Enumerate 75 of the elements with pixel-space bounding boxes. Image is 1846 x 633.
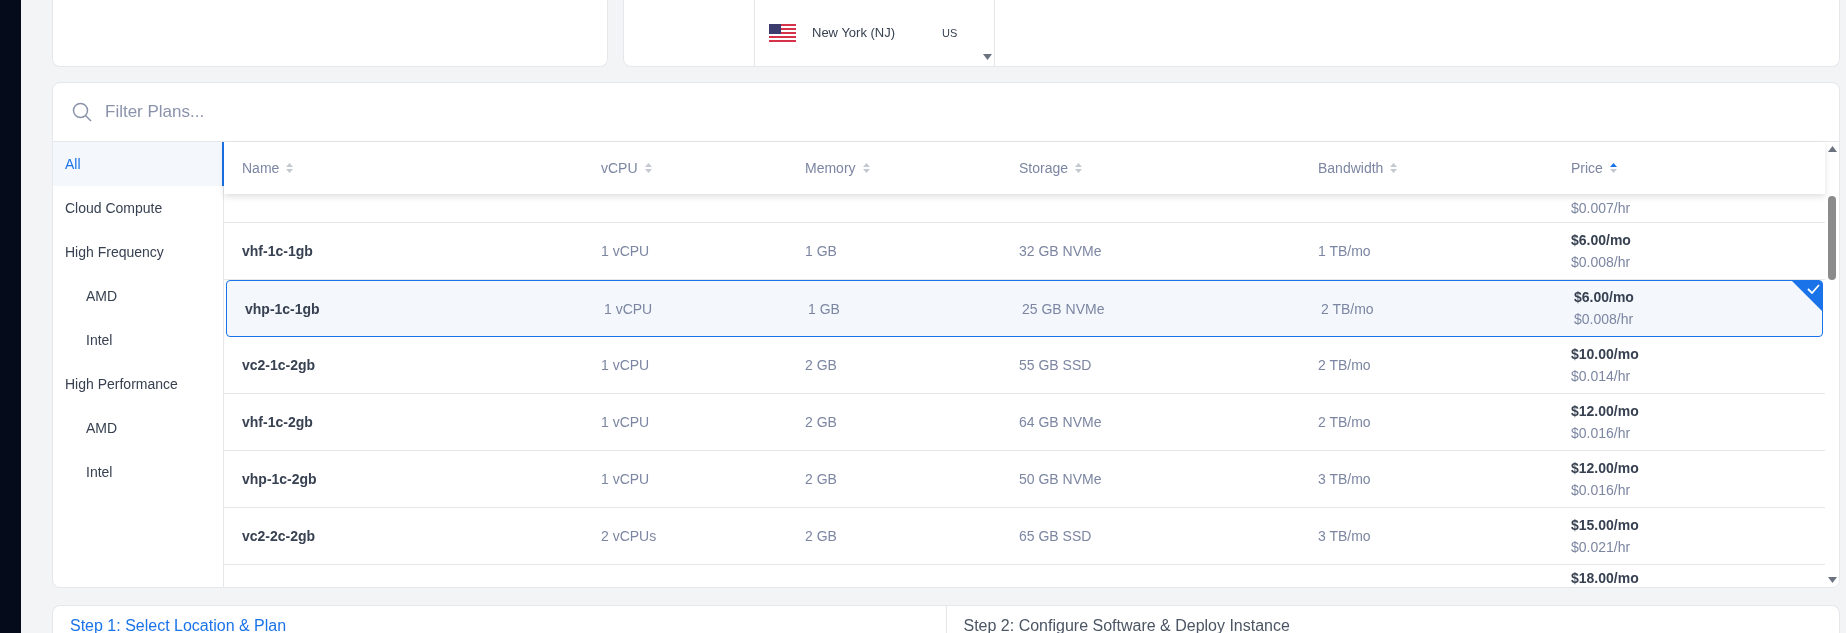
hourly-price: $0.007/hr (1571, 199, 1631, 218)
scroll-down-icon[interactable] (1827, 577, 1837, 583)
table-cell: 32 GB NVMe (1019, 243, 1102, 259)
table-cell: vhf-1c-1gb (242, 243, 313, 259)
flag-icon (769, 24, 796, 42)
monthly-price: $12.00/mo (1571, 401, 1639, 421)
table-row[interactable]: $0.007/hr (224, 194, 1825, 223)
hourly-price: $0.016/hr (1571, 480, 1631, 500)
table-cell: 1 vCPU (601, 357, 650, 373)
column-header[interactable]: Price (1571, 157, 1603, 179)
table-cell: 2 vCPUs (601, 528, 657, 544)
table-cell: vhp-1c-2gb (242, 471, 317, 487)
country-code: US (942, 25, 958, 41)
table-cell: 2 GB (805, 357, 837, 373)
table-cell: 1 vCPU (601, 471, 650, 487)
table-cell: vhf-1c-2gb (242, 414, 313, 430)
column-header[interactable]: Name (242, 157, 280, 179)
dropdown-arrow-icon[interactable] (983, 54, 992, 60)
table-cell: 2 GB (805, 414, 837, 430)
filter-field[interactable]: Filter Plans... (105, 99, 1839, 125)
table-cell: 3 TB/mo (1318, 528, 1371, 544)
table-cell: 1 vCPU (601, 243, 650, 259)
hourly-price: $0.008/hr (1574, 310, 1634, 329)
scroll-up-icon[interactable] (1827, 146, 1837, 152)
sidebar-item[interactable]: High Performance (53, 362, 223, 406)
sidebar-item[interactable]: Intel (53, 450, 223, 494)
monthly-price: $18.00/mo (1571, 569, 1639, 587)
table-cell: 2 GB (805, 528, 837, 544)
table-cell: vc2-1c-2gb (242, 357, 316, 373)
table-cell: 65 GB SSD (1019, 528, 1092, 544)
selected-check-icon (1792, 281, 1822, 311)
table-cell: vhp-1c-1gb (245, 300, 320, 317)
table-cell: 3 TB/mo (1318, 471, 1371, 487)
sidebar-item[interactable]: All (53, 142, 224, 186)
table-cell: 2 TB/mo (1318, 357, 1371, 373)
hourly-price: $0.014/hr (1571, 366, 1631, 386)
table-cell: 1 GB (805, 243, 837, 259)
table-cell: 50 GB NVMe (1019, 471, 1102, 487)
sort-icon[interactable] (1609, 162, 1617, 174)
table-cell: 1 vCPU (601, 414, 650, 430)
table-cell: 2 TB/mo (1318, 414, 1371, 430)
monthly-price: $10.00/mo (1571, 344, 1639, 364)
table-row[interactable]: vc2-2c-2gb 2 vCPUs 2 GB 65 GB SSD 3 TB/mo $15.00/mo $0.021/hr (224, 508, 1825, 565)
hourly-price: $0.008/hr (1571, 252, 1631, 272)
table-cell: 2 GB (805, 471, 837, 487)
table-cell: 25 GB NVMe (1022, 300, 1105, 317)
sidebar-item[interactable]: AMD (53, 274, 223, 318)
table-row[interactable]: vhf-1c-2gb 1 vCPU 2 GB 64 GB NVMe 2 TB/mo $12.00/mo $0.016/hr (224, 394, 1825, 451)
monthly-price: $6.00/mo (1574, 288, 1634, 307)
monthly-price: $12.00/mo (1571, 458, 1639, 478)
column-header[interactable]: Storage (1019, 157, 1069, 179)
table-cell: 64 GB NVMe (1019, 414, 1102, 430)
sidebar-item[interactable]: High Frequency (53, 230, 223, 274)
table-cell: 1 TB/mo (1318, 243, 1371, 259)
table-row[interactable]: vhp-1c-2gb 1 vCPU 2 GB 50 GB NVMe 3 TB/mo $12.00/mo $0.016/hr (224, 451, 1825, 508)
column-header[interactable]: vCPU (601, 157, 638, 179)
monthly-price: $6.00/mo (1571, 230, 1631, 250)
location-name[interactable]: New York (NJ) (812, 23, 942, 43)
table-cell: vc2-2c-2gb (242, 528, 316, 544)
column-header[interactable]: Bandwidth (1318, 157, 1384, 179)
table-cell: 1 vCPU (604, 300, 653, 317)
sidebar-item[interactable]: Intel (53, 318, 223, 362)
hourly-price: $0.016/hr (1571, 423, 1631, 443)
table-cell: 1 GB (808, 300, 840, 317)
sidebar-item[interactable]: AMD (53, 406, 223, 450)
table-cell: 2 TB/mo (1321, 300, 1374, 317)
search-icon (72, 102, 92, 122)
column-header[interactable]: Memory (805, 157, 856, 179)
sidebar-item[interactable]: Cloud Compute (53, 186, 223, 230)
monthly-price: $15.00/mo (1571, 515, 1639, 535)
scrollbar-thumb[interactable] (1828, 196, 1836, 280)
hourly-price: $0.021/hr (1571, 537, 1631, 557)
table-row[interactable]: vc2-1c-2gb 1 vCPU 2 GB 55 GB SSD 2 TB/mo $10.00/mo $0.014/hr (224, 337, 1825, 394)
table-row[interactable]: vhp-1c-1gb 1 vCPU 1 GB 25 GB NVMe 2 TB/mo $6.00/mo $0.008/hr (226, 280, 1823, 337)
table-cell: 55 GB SSD (1019, 357, 1092, 373)
